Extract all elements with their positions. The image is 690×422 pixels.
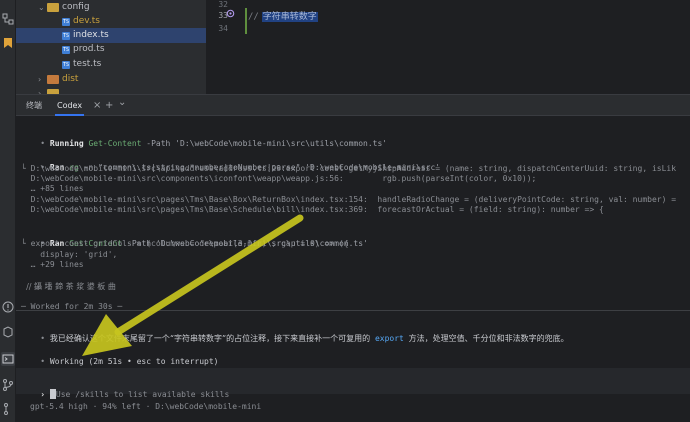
terminal-line: └ export const gridCols = (columns = 're… [21,239,349,248]
divider-line [16,310,690,311]
tool-window-header: 终端 Codex × + ⌄ [16,94,690,116]
services-icon[interactable] [1,325,15,339]
chevron-right-icon: › [38,89,42,94]
typescript-file-icon: TS [62,61,70,69]
tab-terminal[interactable]: 终端 [26,95,42,116]
change-marker [245,8,247,34]
terminal-line: … +85 lines [21,184,84,193]
tree-item-label: prod.ts [73,44,105,54]
model-status-line: gpt-5.4 high · 94% left · D:\webCode\mob… [30,402,262,411]
terminal-line: D:\webCode\mobile-mini\src\components\ic… [21,174,537,183]
terminal-line: // 鑷 墦 鍗 茶 浆 鍙 板 曲 [21,282,116,291]
project-file-tree: ⌄ config TS dev.ts TS index.ts TS prod.t… [16,0,206,94]
line-number: 33 [218,11,228,20]
bookmarks-icon[interactable] [1,36,15,50]
typescript-file-icon: TS [62,18,70,26]
git-branch-icon[interactable] [1,402,15,416]
tree-item-config[interactable]: ⌄ config [16,0,206,15]
tree-item-label: dist [62,74,79,84]
typescript-file-icon: TS [62,46,70,54]
tree-item-partial[interactable]: › [16,86,206,94]
terminal-line: └ D:\webCode\mobile-mini\src\api\address… [21,164,677,173]
typescript-file-icon: TS [62,32,70,40]
tree-item-dev-ts[interactable]: TS dev.ts [16,14,206,29]
code-editor[interactable]: 32 33 34 // 字符串转数字 [206,0,690,94]
folder-icon [47,75,59,84]
ai-assistant-icon[interactable] [226,9,235,18]
tab-dropdown-button[interactable]: ⌄ [118,92,126,113]
tab-codex[interactable]: Codex [54,95,85,116]
codex-terminal[interactable]: • Running Get-Content -Path 'D:\webCode\… [16,116,690,422]
comment-line: // 字符串转数字 [248,12,318,22]
chevron-right-icon: › [38,75,42,84]
tree-item-label: config [62,2,90,12]
tree-item-dist[interactable]: › dist [16,72,206,87]
chevron-down-icon: ⌄ [38,3,45,12]
tree-item-label: dev.ts [73,16,100,26]
folder-icon [47,3,59,12]
tree-item-test-ts[interactable]: TS test.ts [16,57,206,72]
terminal-line: … +29 lines [21,260,84,269]
add-tab-button[interactable]: + [105,95,113,116]
problems-icon[interactable] [1,300,15,314]
tree-item-prod-ts[interactable]: TS prod.ts [16,42,206,57]
terminal-line: D:\webCode\mobile-mini\src\pages\Tms\Bas… [21,195,677,204]
selected-text: 字符串转数字 [261,12,318,22]
line-number: 32 [218,0,228,9]
prompt-placeholder: Use /skills to list available skills [55,390,230,399]
tree-item-label: test.ts [73,59,102,69]
terminal-icon[interactable] [1,352,15,366]
terminal-line: display: 'grid', [21,250,118,259]
tree-item-index-ts[interactable]: TS index.ts [16,28,206,43]
tree-item-label: index.ts [73,30,109,40]
terminal-line: D:\webCode\mobile-mini\src\pages\Tms\Bas… [21,205,604,214]
line-number: 34 [218,24,228,33]
git-icon[interactable] [1,378,15,392]
activity-bar [0,0,16,422]
close-tab-button[interactable]: × [93,95,101,116]
structure-icon[interactable] [1,12,15,26]
